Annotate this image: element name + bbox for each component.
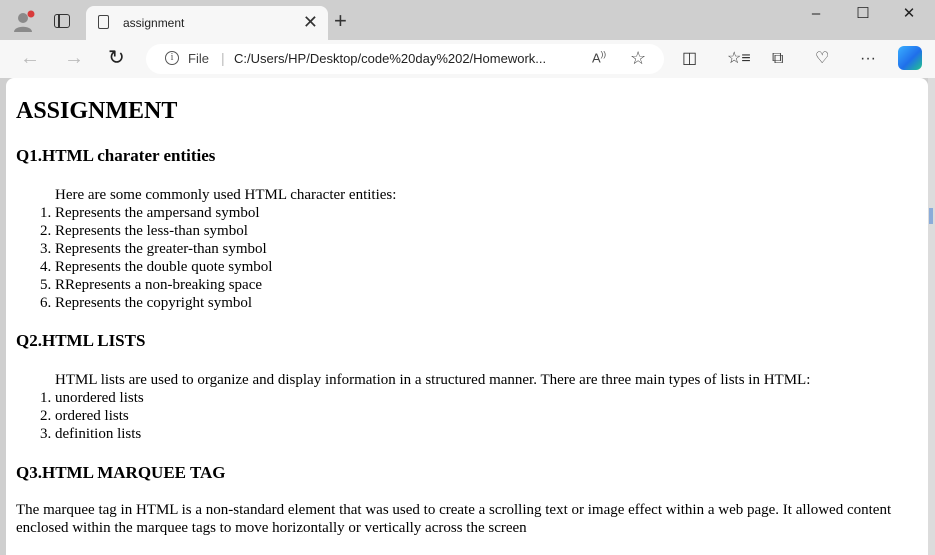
maximize-icon[interactable]: ☐ bbox=[840, 4, 886, 24]
minimize-icon[interactable]: – bbox=[793, 4, 839, 24]
tab-strip: assignment ✕ + – ☐ ✕ bbox=[0, 0, 935, 40]
browser-essentials-icon[interactable]: ♡ bbox=[815, 49, 829, 69]
back-icon[interactable]: ← bbox=[20, 46, 40, 70]
q3-body: The marquee tag in HTML is a non-standar… bbox=[16, 502, 892, 536]
list-item: ordered lists bbox=[55, 407, 144, 425]
sidebar-marker bbox=[929, 208, 933, 224]
q1-title: Q1.HTML charater entities bbox=[16, 146, 216, 165]
browser-toolbar: ← → ↻ i File | C:/Users/HP/Desktop/code%… bbox=[0, 40, 935, 78]
tab-assignment[interactable]: assignment ✕ bbox=[86, 6, 328, 40]
address-separator: | bbox=[221, 50, 225, 66]
q2-list: unordered lists ordered lists definition… bbox=[16, 389, 144, 443]
close-icon[interactable]: ✕ bbox=[886, 4, 932, 24]
list-item: Represents the ampersand symbol bbox=[55, 204, 272, 222]
info-icon[interactable]: i bbox=[165, 51, 179, 65]
list-item: Represents the less-than symbol bbox=[55, 222, 272, 240]
favorite-star-icon[interactable]: ☆ bbox=[630, 48, 646, 69]
profile-avatar-icon[interactable] bbox=[12, 10, 36, 34]
page-content: ASSIGNMENT Q1.HTML charater entities Her… bbox=[6, 78, 928, 555]
collections-icon[interactable]: ⧉ bbox=[772, 49, 783, 69]
list-item: Represents the greater-than symbol bbox=[55, 240, 272, 258]
list-item: Represents the copyright symbol bbox=[55, 294, 272, 312]
tab-close-icon[interactable]: ✕ bbox=[303, 12, 318, 32]
split-screen-icon[interactable]: ◫ bbox=[682, 49, 697, 69]
list-item: RRepresents a non-breaking space bbox=[55, 276, 272, 294]
address-bar[interactable]: i File | C:/Users/HP/Desktop/code%20day%… bbox=[146, 44, 664, 74]
tab-actions-icon[interactable] bbox=[54, 14, 70, 28]
page-icon bbox=[98, 15, 109, 29]
favorites-icon[interactable]: ☆≡ bbox=[727, 49, 751, 69]
q3-title: Q3.HTML MARQUEE TAG bbox=[16, 463, 226, 482]
page-heading: ASSIGNMENT bbox=[16, 98, 178, 124]
edge-sidebar bbox=[928, 78, 935, 555]
list-item: Represents the double quote symbol bbox=[55, 258, 272, 276]
new-tab-icon[interactable]: + bbox=[334, 8, 347, 34]
copilot-icon[interactable] bbox=[898, 46, 922, 70]
q2-intro: HTML lists are used to organize and disp… bbox=[55, 372, 811, 388]
list-item: unordered lists bbox=[55, 389, 144, 407]
forward-icon[interactable]: → bbox=[64, 46, 84, 70]
more-options-icon[interactable]: ··· bbox=[860, 49, 876, 69]
q2-title: Q2.HTML LISTS bbox=[16, 331, 146, 350]
tab-title: assignment bbox=[123, 16, 185, 30]
address-scheme: File bbox=[188, 51, 209, 66]
address-url[interactable]: C:/Users/HP/Desktop/code%20day%202/Homew… bbox=[234, 51, 546, 66]
q1-intro: Here are some commonly used HTML charact… bbox=[55, 187, 397, 203]
q1-list: Represents the ampersand symbol Represen… bbox=[16, 204, 272, 312]
list-item: definition lists bbox=[55, 425, 144, 443]
reload-icon[interactable]: ↻ bbox=[108, 46, 125, 70]
read-aloud-icon[interactable]: A)) bbox=[592, 50, 606, 65]
